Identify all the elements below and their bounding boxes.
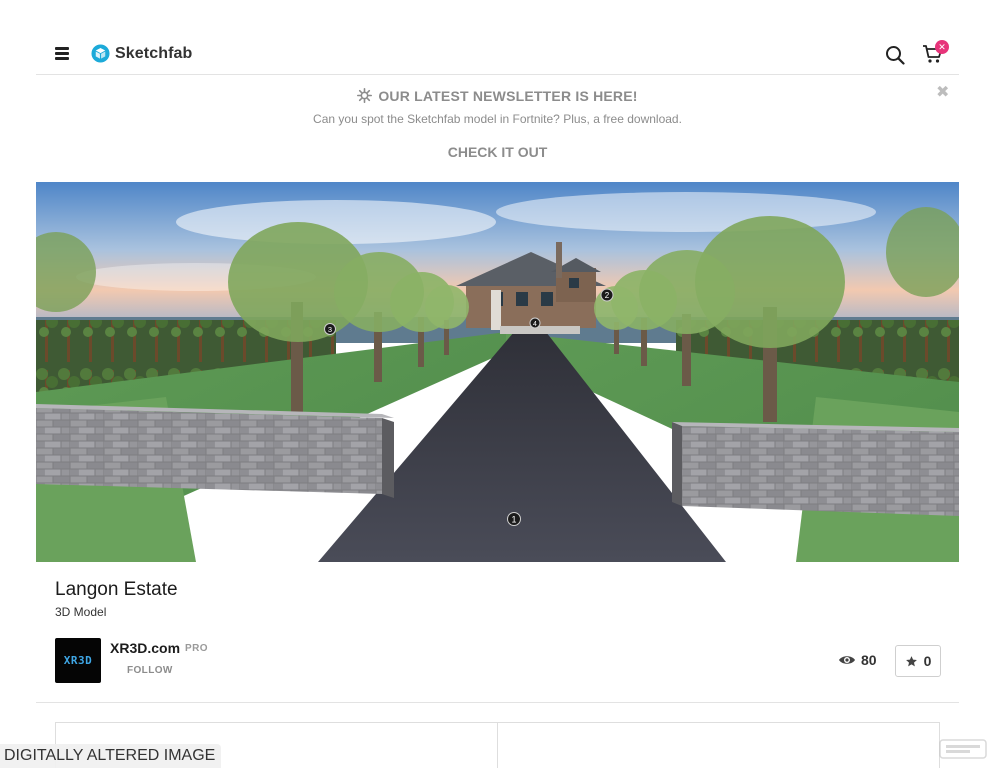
eye-icon [839, 656, 855, 664]
star-icon [905, 655, 917, 666]
banner-title: OUR LATEST NEWSLETTER IS HERE! [36, 88, 959, 104]
sketchfab-logo-icon [91, 44, 110, 63]
avatar-logo-text: XR3D [63, 654, 93, 667]
svg-text:1: 1 [511, 515, 516, 525]
model-title: Langon Estate [55, 579, 178, 600]
svg-text:4: 4 [533, 321, 537, 328]
pro-badge: PRO [185, 643, 208, 654]
model-type: 3D Model [55, 605, 107, 619]
model-viewer[interactable]: 1 2 3 4 [36, 182, 959, 562]
menu-icon[interactable] [55, 47, 69, 60]
author-avatar[interactable]: XR3D [55, 638, 101, 683]
banner-title-text: OUR LATEST NEWSLETTER IS HERE! [378, 88, 638, 104]
right-stone-wall [672, 422, 959, 516]
annotation-hotspot-3[interactable]: 3 [324, 323, 336, 335]
svg-text:3: 3 [328, 325, 332, 334]
view-count: 80 [838, 652, 877, 668]
search-icon[interactable] [885, 45, 905, 65]
views-value: 80 [861, 652, 877, 668]
newsletter-icon [357, 88, 373, 103]
watermark-logo-icon [939, 739, 987, 759]
logo-text: Sketchfab [115, 44, 193, 62]
banner-subtitle: Can you spot the Sketchfab model in Fort… [313, 112, 682, 126]
sketchfab-logo[interactable]: Sketchfab [91, 44, 192, 63]
model-scene: 1 2 3 4 [36, 182, 959, 562]
altered-image-label: DIGITALLY ALTERED IMAGE [0, 744, 222, 768]
author-name[interactable]: XR3D.com [110, 640, 180, 656]
annotation-hotspot-4[interactable]: 4 [529, 317, 541, 329]
left-stone-wall [36, 404, 394, 498]
like-button[interactable]: 0 [895, 645, 941, 677]
top-header: Sketchfab ✕ [0, 0, 994, 75]
check-it-out-button[interactable]: CHECK IT OUT [36, 144, 959, 160]
likes-value: 0 [923, 653, 932, 669]
follow-button[interactable]: FOLLOW [127, 665, 173, 676]
newsletter-banner: OUR LATEST NEWSLETTER IS HERE! Can you s… [36, 75, 959, 182]
close-icon[interactable]: ✖ [936, 82, 949, 102]
cart-badge: ✕ [935, 40, 949, 54]
annotation-hotspot-2[interactable]: 2 [600, 288, 614, 302]
annotation-hotspot-1[interactable]: 1 [507, 512, 521, 526]
details-panel-divider [497, 722, 498, 768]
svg-text:2: 2 [605, 291, 610, 300]
info-divider [36, 702, 959, 703]
